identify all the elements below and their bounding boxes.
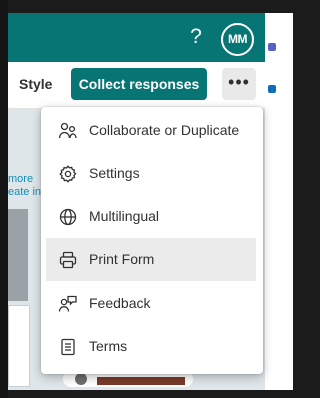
menu-item-multilingual[interactable]: Multilingual: [46, 195, 256, 238]
style-button[interactable]: Style: [19, 76, 52, 92]
app-frame: ? MM Style Collect responses ••• more ea…: [0, 0, 293, 398]
menu-item-label: Terms: [89, 338, 128, 354]
globe-icon: [58, 207, 78, 227]
feedback-icon: [58, 294, 78, 314]
right-pane: [265, 13, 293, 390]
menu-item-collaborate[interactable]: Collaborate or Duplicate: [46, 109, 256, 152]
form-toolbar: Style Collect responses •••: [8, 62, 265, 109]
app-icon: [268, 85, 276, 93]
printer-icon: [58, 250, 78, 270]
menu-item-label: Feedback: [89, 295, 151, 311]
app-header: ? MM: [8, 13, 265, 62]
menu-item-settings[interactable]: Settings: [46, 152, 256, 195]
theme-card[interactable]: [8, 305, 30, 387]
menu-item-print-form[interactable]: Print Form: [46, 238, 256, 281]
people-icon: [58, 121, 78, 141]
menu-item-terms[interactable]: Terms: [46, 325, 256, 368]
help-icon[interactable]: ?: [184, 25, 208, 49]
menu-item-feedback[interactable]: Feedback: [46, 282, 256, 325]
window-edge: [8, 390, 293, 398]
card-avatar: [75, 373, 87, 385]
more-options-button[interactable]: •••: [222, 68, 256, 100]
gear-icon: [58, 164, 78, 184]
theme-card[interactable]: [8, 209, 28, 301]
menu-item-label: Print Form: [89, 251, 155, 267]
menu-item-label: Collaborate or Duplicate: [89, 122, 240, 138]
avatar[interactable]: MM: [221, 23, 254, 56]
app-icon: [268, 43, 276, 51]
window-edge: [0, 0, 8, 398]
collect-responses-button[interactable]: Collect responses: [71, 68, 207, 100]
menu-item-label: Settings: [89, 165, 140, 181]
more-options-menu: Collaborate or Duplicate Settings Multil…: [41, 107, 263, 374]
card-image-strip: [97, 377, 185, 385]
menu-item-label: Multilingual: [89, 208, 160, 224]
document-icon: [58, 337, 78, 357]
